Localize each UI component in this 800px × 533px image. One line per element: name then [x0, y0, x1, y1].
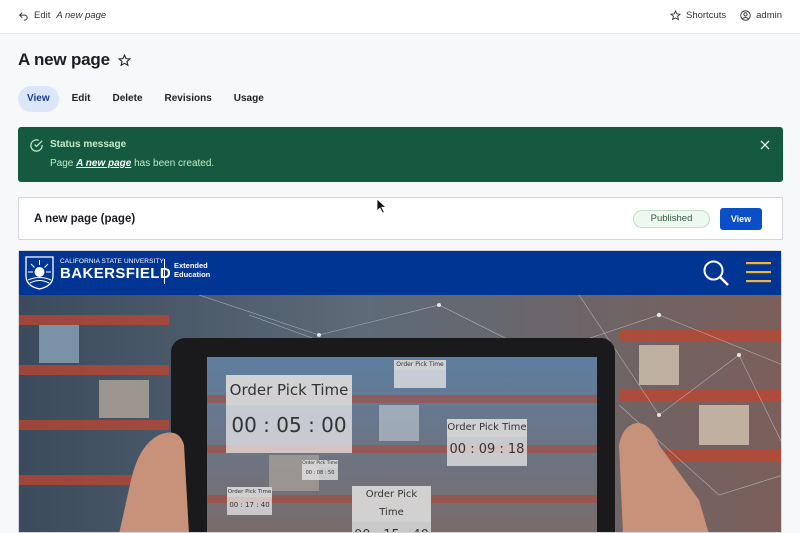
timer-label: Order Pick Time [447, 419, 527, 437]
hero-image: Order Pick Time 00 : 05 : 00 Order Pick … [19, 295, 781, 532]
timer-label: Order Pick Time [352, 486, 431, 522]
shortcuts-label: Shortcuts [685, 10, 727, 21]
timer-value: 00 : 17 : 40 [229, 501, 270, 509]
timer-card: Order Pick Time 00 : 09 : 18 [447, 419, 527, 466]
status-title: Status message [50, 139, 127, 150]
admin-toolbar: Edit A new page Shortcuts admin [0, 0, 800, 34]
timer-value: 00 : 15 : 40 [352, 522, 431, 532]
hamburger-menu-icon[interactable] [746, 261, 771, 284]
timer-label: Order Pick Time [227, 487, 272, 497]
timer-card-large: Order Pick Time 00 : 05 : 00 [226, 375, 352, 453]
timer-label: Order Pick Time [302, 460, 338, 468]
user-menu-button[interactable]: admin [740, 10, 782, 21]
mouse-cursor-icon [376, 198, 387, 214]
campus-name: BAKERSFIELD [60, 265, 172, 282]
timer-value: 00 : 09 : 18 [449, 442, 525, 457]
status-page-link[interactable]: A new page [76, 158, 131, 169]
node-title: A new page (page) [34, 213, 136, 225]
star-icon [669, 10, 681, 21]
timer-label: Order Pick Time [394, 360, 446, 370]
status-text: Page A new page has been created. [50, 158, 214, 169]
timer-card-small: Order Pick Time 00 : 08 : 50 [302, 460, 338, 480]
check-circle-icon [30, 139, 43, 152]
tab-delete[interactable]: Delete [104, 86, 152, 112]
user-name: admin [756, 10, 782, 21]
logo-divider [164, 259, 165, 284]
back-prefix: Edit [34, 10, 51, 21]
user-icon [740, 10, 751, 21]
education-label: Education [174, 270, 211, 279]
view-button[interactable]: View [720, 208, 762, 230]
back-to-edit-link[interactable]: Edit A new page [18, 10, 106, 21]
close-icon[interactable] [759, 139, 771, 151]
favorite-star-icon[interactable] [117, 53, 131, 67]
shortcuts-button[interactable]: Shortcuts [669, 10, 727, 21]
extended-label: Extended [174, 261, 208, 270]
timer-card: Order Pick Time 00 : 15 : 40 [352, 486, 431, 532]
csub-header: CALIFORNIA STATE UNIVERSITY BAKERSFIELD … [19, 251, 781, 295]
status-message: Status message Page A new page has been … [18, 127, 783, 182]
status-prefix: Page [50, 158, 74, 169]
tab-edit[interactable]: Edit [63, 86, 100, 112]
local-tasks-tabs: View Edit Delete Revisions Usage [18, 86, 273, 112]
timer-card-small: Order Pick Time 00 : 17 : 40 [227, 487, 272, 515]
back-page-name: A new page [56, 10, 107, 21]
page-preview: CALIFORNIA STATE UNIVERSITY BAKERSFIELD … [18, 250, 782, 533]
page-title: A new page [18, 50, 131, 70]
timer-label: Order Pick Time [226, 375, 352, 405]
search-icon[interactable] [702, 259, 730, 287]
node-meta-bar: A new page (page) Published View [18, 197, 783, 240]
timer-card-small: Order Pick Time [394, 360, 446, 388]
page-title-text: A new page [18, 50, 110, 69]
tab-revisions[interactable]: Revisions [156, 86, 221, 112]
status-suffix: has been created. [134, 158, 215, 169]
timer-value: 00 : 05 : 00 [231, 413, 347, 437]
tab-usage[interactable]: Usage [225, 86, 273, 112]
status-badge: Published [633, 210, 710, 228]
university-name: CALIFORNIA STATE UNIVERSITY [60, 258, 164, 265]
csub-logo-icon [25, 256, 54, 290]
timer-value: 00 : 08 : 50 [305, 470, 335, 476]
back-arrow-icon [18, 11, 28, 21]
tab-view[interactable]: View [18, 86, 59, 112]
